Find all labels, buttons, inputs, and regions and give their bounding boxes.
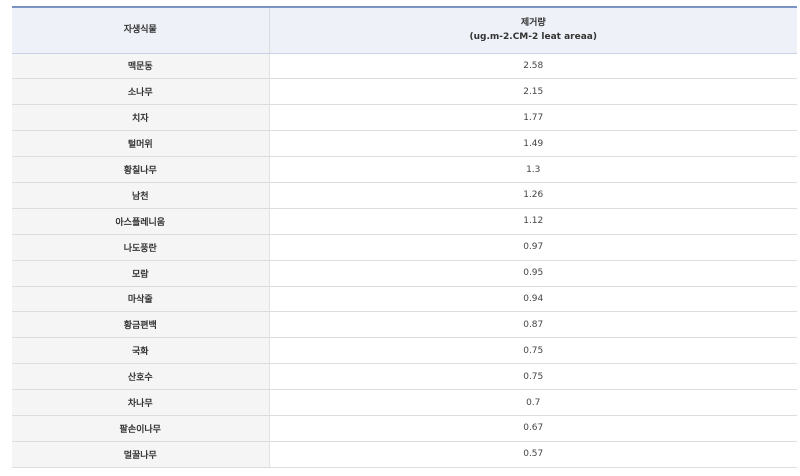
table-body: 맥문동 2.58 소나무 2.15 치자 1.77 털머위 1.49 황칠나무 1.3 남천 1.26… [12, 53, 797, 468]
plant-name-cell: 산호수 [12, 363, 270, 391]
table-row: 차나무 0.7 [12, 389, 797, 416]
table-row: 남천 1.26 [12, 182, 797, 209]
plant-name-cell: 남천 [12, 182, 270, 209]
table-row: 황금편백 0.87 [12, 311, 797, 339]
removal-value-cell: 2.58 [269, 53, 797, 80]
removal-value-cell: 0.75 [269, 337, 797, 365]
removal-value-cell: 0.94 [269, 286, 797, 313]
header-plant: 자생식물 [12, 6, 270, 54]
removal-value-cell: 1.26 [269, 182, 797, 209]
removal-value-cell: 0.87 [269, 311, 797, 339]
removal-value-cell: 2.15 [269, 78, 797, 106]
removal-value-cell: 0.57 [269, 441, 797, 468]
header-removal-unit: (ug.m-2.CM-2 leat areaa) [469, 32, 597, 43]
plant-name-cell: 소나무 [12, 78, 270, 106]
table-row: 황칠나무 1.3 [12, 156, 797, 183]
table-row: 마삭줄 0.94 [12, 286, 797, 313]
removal-value-cell: 1.49 [269, 130, 797, 158]
header-removal-title: 제거량 [520, 18, 546, 29]
table-row: 아스플레니움 1.12 [12, 208, 797, 235]
removal-table-container: 자생식물 제거량 (ug.m-2.CM-2 leat areaa) 맥문동 2.5… [12, 6, 797, 468]
plant-name-cell: 모람 [12, 260, 270, 287]
table-row: 맥문동 2.58 [12, 53, 797, 80]
plant-name-cell: 국화 [12, 337, 270, 365]
plant-name-cell: 아스플레니움 [12, 208, 270, 235]
removal-table: 자생식물 제거량 (ug.m-2.CM-2 leat areaa) 맥문동 2.5… [12, 6, 797, 468]
plant-name-cell: 팔손이나무 [12, 415, 270, 442]
plant-name-cell: 나도풍란 [12, 234, 270, 261]
plant-name-cell: 털머위 [12, 130, 270, 158]
table-row: 팔손이나무 0.67 [12, 415, 797, 442]
header-row: 자생식물 제거량 (ug.m-2.CM-2 leat areaa) [12, 6, 797, 54]
table-row: 나도풍란 0.97 [12, 234, 797, 261]
table-row: 국화 0.75 [12, 337, 797, 365]
removal-value-cell: 0.75 [269, 363, 797, 391]
removal-value-cell: 1.12 [269, 208, 797, 235]
plant-name-cell: 치자 [12, 104, 270, 132]
plant-name-cell: 황금편백 [12, 311, 270, 339]
removal-value-cell: 0.97 [269, 234, 797, 261]
plant-name-cell: 멀꿀나무 [12, 441, 270, 468]
removal-value-cell: 1.3 [269, 156, 797, 183]
removal-value-cell: 0.95 [269, 260, 797, 287]
removal-value-cell: 1.77 [269, 104, 797, 132]
plant-name-cell: 황칠나무 [12, 156, 270, 183]
table-header: 자생식물 제거량 (ug.m-2.CM-2 leat areaa) [12, 6, 797, 54]
header-removal: 제거량 (ug.m-2.CM-2 leat areaa) [269, 6, 797, 54]
removal-value-cell: 0.67 [269, 415, 797, 442]
removal-value-cell: 0.7 [269, 389, 797, 416]
table-row: 털머위 1.49 [12, 130, 797, 158]
plant-name-cell: 차나무 [12, 389, 270, 416]
plant-name-cell: 마삭줄 [12, 286, 270, 313]
table-row: 치자 1.77 [12, 104, 797, 132]
plant-name-cell: 맥문동 [12, 53, 270, 80]
table-row: 소나무 2.15 [12, 78, 797, 106]
table-row: 멀꿀나무 0.57 [12, 441, 797, 468]
table-row: 산호수 0.75 [12, 363, 797, 391]
table-row: 모람 0.95 [12, 260, 797, 287]
